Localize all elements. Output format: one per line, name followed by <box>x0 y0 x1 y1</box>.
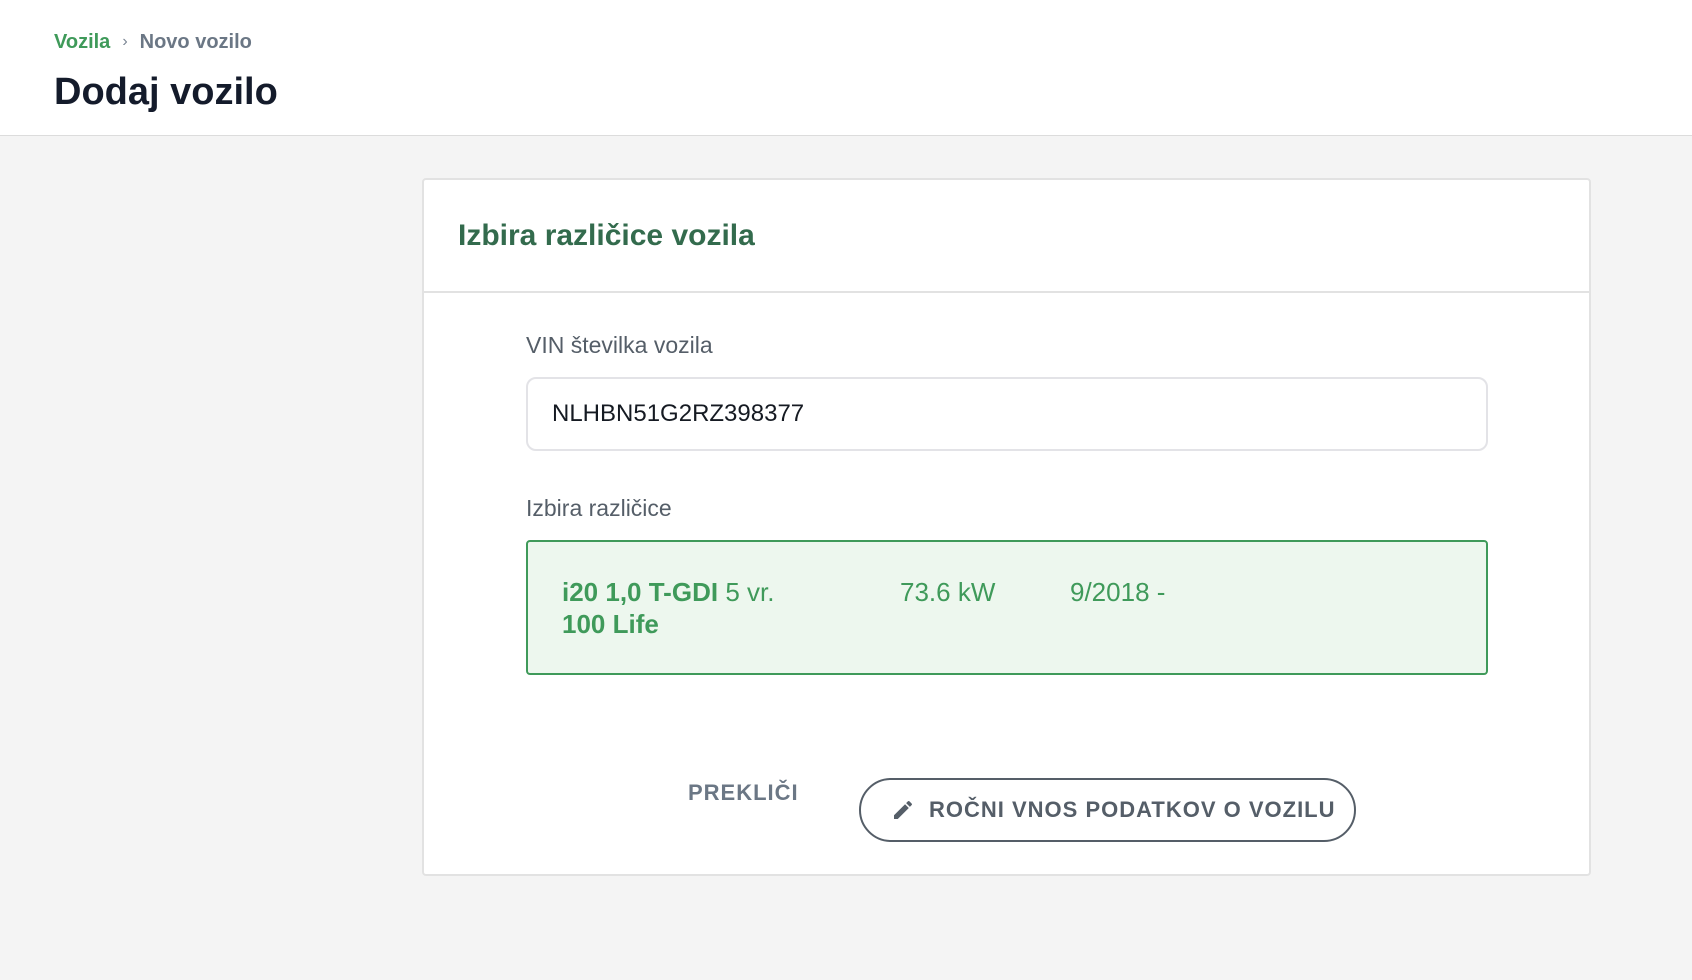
breadcrumb: Vozila › Novo vozilo <box>54 29 252 55</box>
pencil-icon <box>891 798 915 822</box>
breadcrumb-link-vozila[interactable]: Vozila <box>54 29 110 55</box>
card-title: Izbira različice vozila <box>458 219 755 252</box>
manual-entry-label: ROČNI VNOS PODATKOV O VOZILU <box>929 797 1336 822</box>
vehicle-variant-card: Izbira različice vozila VIN številka voz… <box>422 178 1591 876</box>
breadcrumb-separator: › <box>122 33 128 50</box>
variant-label: Izbira različice <box>526 495 672 521</box>
card-header: Izbira različice vozila <box>424 180 1589 293</box>
variant-model: i20 1,0 T-GDI <box>562 577 719 607</box>
variant-name: i20 1,0 T-GDI 5 vr. 100 Life <box>562 576 792 640</box>
variant-power: 73.6 kW <box>900 577 996 607</box>
page-header: Vozila › Novo vozilo Dodaj vozilo <box>0 0 1692 136</box>
vin-label: VIN številka vozila <box>526 332 713 358</box>
variant-trim: 100 Life <box>562 609 659 639</box>
variant-option-selected[interactable]: i20 1,0 T-GDI 5 vr. 100 Life 73.6 kW 9/2… <box>526 540 1488 675</box>
manual-entry-button[interactable]: ROČNI VNOS PODATKOV O VOZILU <box>859 778 1356 842</box>
vin-input[interactable] <box>526 377 1488 451</box>
variant-doors: 5 vr. <box>725 577 775 607</box>
breadcrumb-current: Novo vozilo <box>139 31 252 53</box>
page-title: Dodaj vozilo <box>54 71 278 113</box>
cancel-button[interactable]: PREKLIČI <box>688 778 799 808</box>
variant-date: 9/2018 - <box>1070 577 1166 607</box>
